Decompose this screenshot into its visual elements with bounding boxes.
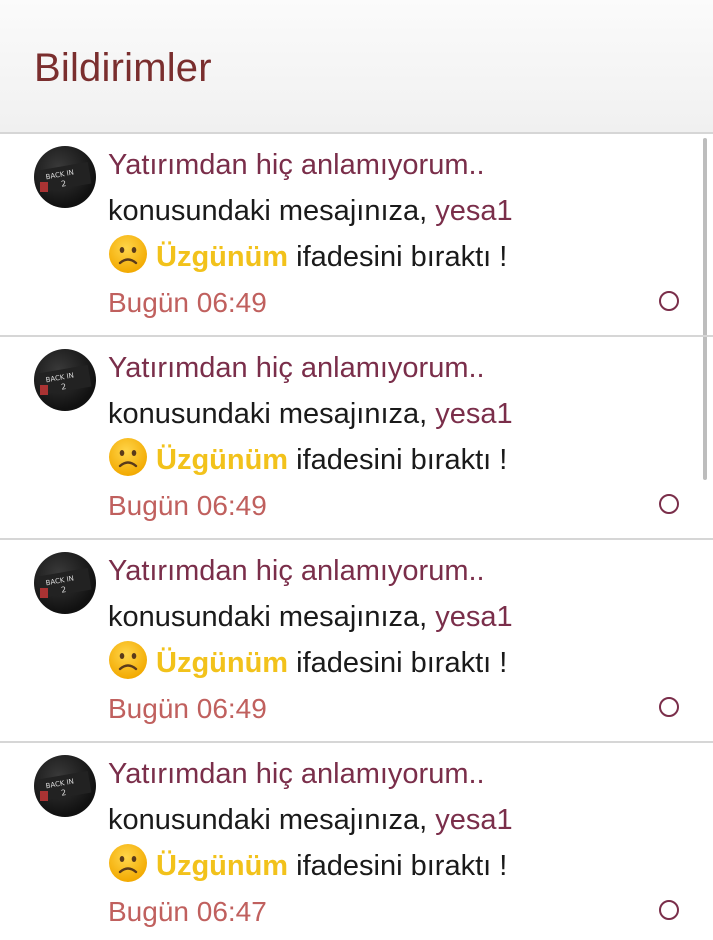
page-title: Bildirimler bbox=[34, 46, 212, 90]
avatar[interactable]: BACK IN 2 bbox=[34, 755, 96, 817]
notification-list[interactable]: BACK IN 2 Yatırımdan hiç anlamıyorum.. ko… bbox=[0, 134, 713, 940]
app-header: Bildirimler bbox=[0, 0, 713, 134]
reaction-label: Üzgünüm bbox=[156, 241, 289, 273]
timestamp: Bugün 06:49 bbox=[108, 287, 267, 318]
reaction-label: Üzgünüm bbox=[156, 850, 289, 882]
reaction-suffix: ifadesini bıraktı ! bbox=[288, 241, 508, 273]
sad-face-icon bbox=[109, 641, 147, 679]
thread-link[interactable]: Yatırımdan hiç anlamıyorum.. bbox=[108, 149, 485, 181]
mark-read-toggle[interactable] bbox=[659, 900, 679, 920]
notification-item[interactable]: BACK IN 2 Yatırımdan hiç anlamıyorum.. ko… bbox=[0, 337, 713, 540]
message-text: konusundaki mesajınıza, bbox=[108, 398, 436, 430]
sad-face-icon bbox=[109, 438, 147, 476]
user-link[interactable]: yesa1 bbox=[435, 195, 512, 227]
message-text: konusundaki mesajınıza, bbox=[108, 601, 436, 633]
mark-read-toggle[interactable] bbox=[659, 697, 679, 717]
timestamp: Bugün 06:49 bbox=[108, 693, 267, 724]
mark-read-toggle[interactable] bbox=[659, 494, 679, 514]
notification-item[interactable]: BACK IN 2 Yatırımdan hiç anlamıyorum.. ko… bbox=[0, 540, 713, 743]
timestamp: Bugün 06:47 bbox=[108, 896, 267, 927]
user-link[interactable]: yesa1 bbox=[435, 804, 512, 836]
message-text: konusundaki mesajınıza, bbox=[108, 804, 436, 836]
notification-item[interactable]: BACK IN 2 Yatırımdan hiç anlamıyorum.. ko… bbox=[0, 743, 713, 940]
notification-item[interactable]: BACK IN 2 Yatırımdan hiç anlamıyorum.. ko… bbox=[0, 134, 713, 337]
avatar[interactable]: BACK IN 2 bbox=[34, 552, 96, 614]
user-link[interactable]: yesa1 bbox=[435, 601, 512, 633]
sad-face-icon bbox=[109, 235, 147, 273]
reaction-suffix: ifadesini bıraktı ! bbox=[288, 444, 508, 476]
thread-link[interactable]: Yatırımdan hiç anlamıyorum.. bbox=[108, 352, 485, 384]
avatar[interactable]: BACK IN 2 bbox=[34, 349, 96, 411]
reaction-label: Üzgünüm bbox=[156, 647, 289, 679]
reaction-suffix: ifadesini bıraktı ! bbox=[288, 850, 508, 882]
mark-read-toggle[interactable] bbox=[659, 291, 679, 311]
timestamp: Bugün 06:49 bbox=[108, 490, 267, 521]
reaction-suffix: ifadesini bıraktı ! bbox=[288, 647, 508, 679]
message-text: konusundaki mesajınıza, bbox=[108, 195, 436, 227]
thread-link[interactable]: Yatırımdan hiç anlamıyorum.. bbox=[108, 758, 485, 790]
avatar[interactable]: BACK IN 2 bbox=[34, 146, 96, 208]
sad-face-icon bbox=[109, 844, 147, 882]
reaction-label: Üzgünüm bbox=[156, 444, 289, 476]
user-link[interactable]: yesa1 bbox=[435, 398, 512, 430]
thread-link[interactable]: Yatırımdan hiç anlamıyorum.. bbox=[108, 555, 485, 587]
